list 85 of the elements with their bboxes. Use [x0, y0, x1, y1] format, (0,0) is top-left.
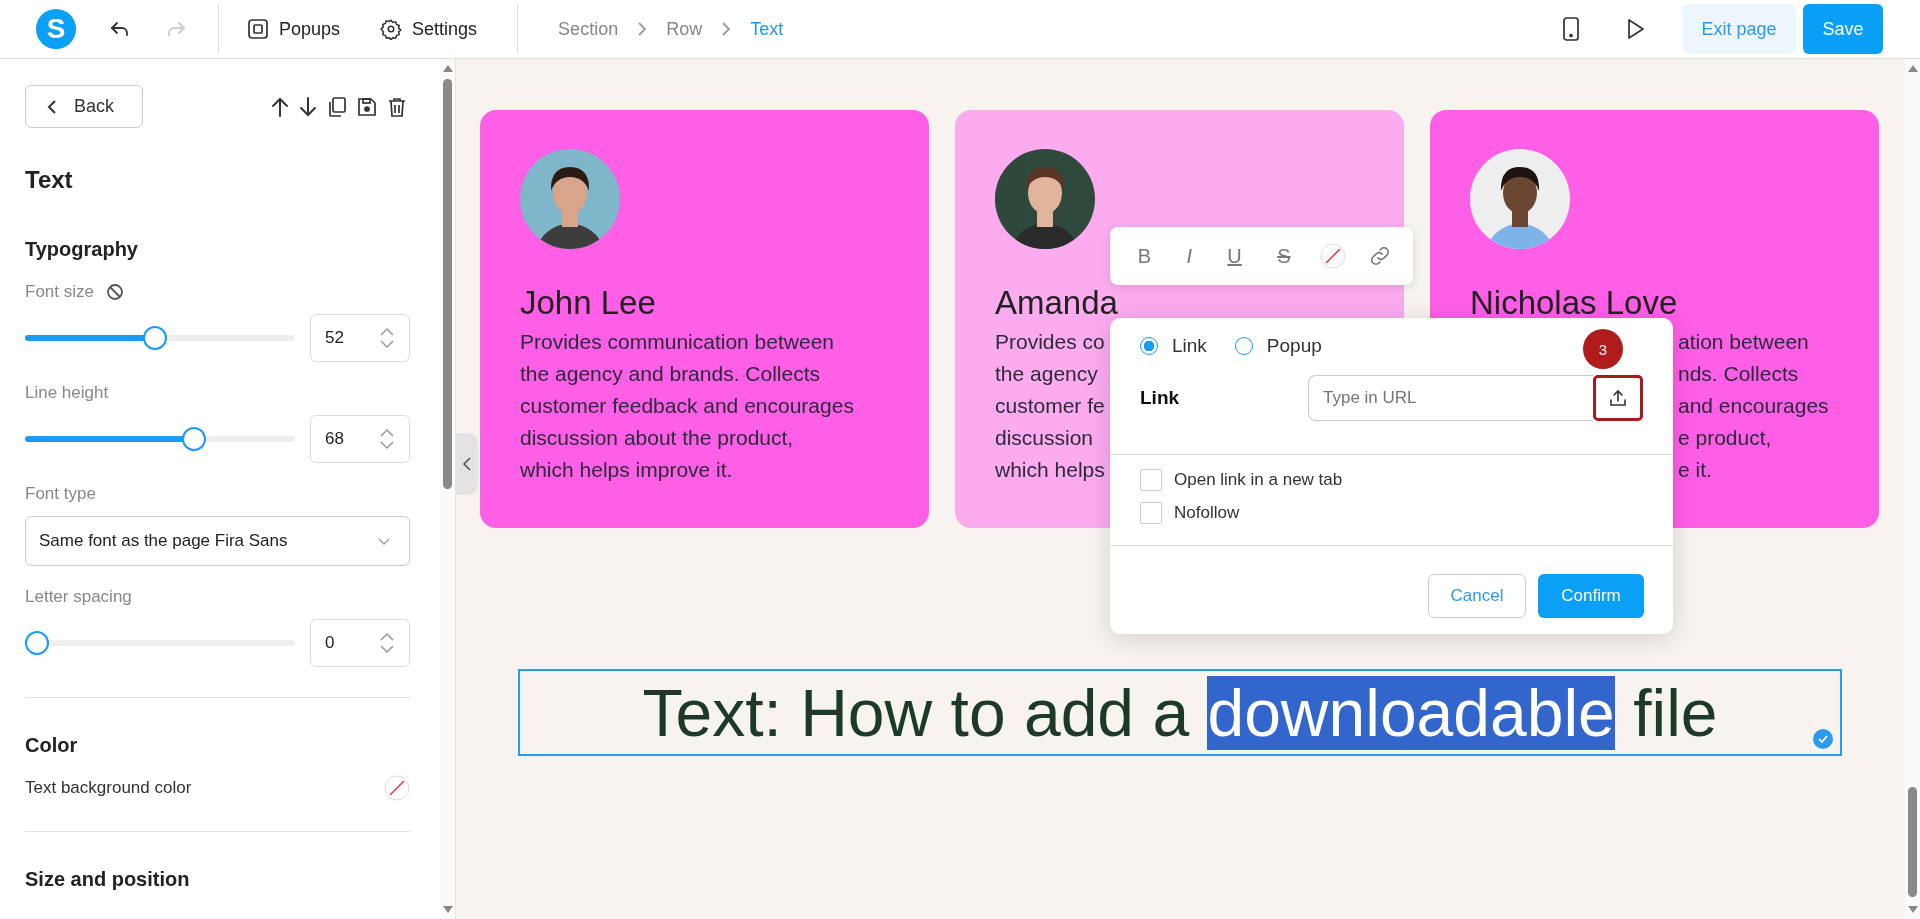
square-icon [247, 18, 269, 40]
url-field[interactable]: Type in URL [1308, 375, 1593, 421]
description-line: customer fe [995, 393, 1105, 419]
chevron-left-icon [46, 98, 58, 115]
description-line: discussion [995, 425, 1094, 451]
scroll-up-icon[interactable] [1906, 63, 1919, 73]
control-label: Line height [25, 383, 109, 403]
check-icon [1812, 728, 1834, 750]
control-label: Letter spacing [25, 587, 132, 607]
bold-button[interactable]: B [1131, 242, 1158, 270]
gear-icon [380, 18, 403, 40]
field-label: Link [1140, 387, 1181, 409]
section-heading: Typography [25, 238, 139, 261]
checkbox-option[interactable]: Open link in a new tab [1140, 469, 1643, 491]
upload-button[interactable] [1593, 375, 1643, 421]
scroll-up-icon[interactable] [441, 63, 454, 73]
chevron-right-icon [720, 21, 733, 37]
number-field[interactable]: 68 [310, 415, 410, 463]
step-badge: 3 [1583, 329, 1623, 369]
save-icon[interactable] [356, 95, 378, 118]
trash-icon[interactable] [386, 95, 408, 118]
stepper-icon[interactable] [379, 631, 395, 655]
description-line: Provides communication between [520, 329, 834, 355]
section-heading: Size and position [25, 868, 191, 891]
stepper-icon[interactable] [379, 326, 395, 350]
breadcrumb-link[interactable]: Section [558, 18, 619, 40]
number-field[interactable]: 0 [310, 619, 410, 667]
no-color-swatch-icon[interactable] [1319, 243, 1346, 269]
chevron-left-icon [462, 456, 472, 472]
description-line: customer feedback and encourages [520, 393, 854, 419]
control-label: Font size [25, 282, 94, 302]
description-line: ation between [1678, 329, 1809, 355]
section-heading: Color [25, 734, 79, 757]
heading-text[interactable]: Text: How to add a downloadable file [642, 674, 1718, 751]
back-button[interactable]: Back [25, 85, 144, 128]
radio-option[interactable]: Link [1140, 335, 1207, 357]
panel-title: Text [25, 166, 74, 194]
description-line: Provides co [995, 329, 1105, 355]
arrow-down-icon[interactable] [298, 95, 318, 118]
slider[interactable] [25, 427, 295, 451]
slider[interactable] [25, 326, 295, 350]
person-name: Amanda [995, 288, 1119, 317]
person-name: John Lee [520, 288, 657, 317]
description-line: the agency and brands. Collects [520, 361, 821, 387]
description-line: discussion about the product, [520, 425, 794, 451]
popups-button[interactable]: Popups [243, 12, 345, 46]
italic-button[interactable]: I [1180, 242, 1198, 270]
slider-thumb[interactable] [143, 326, 168, 350]
reset-icon[interactable] [106, 283, 124, 301]
font-dropdown[interactable]: Same font as the page Fira Sans [25, 516, 410, 566]
radio-option[interactable]: Popup [1234, 335, 1322, 357]
description-line: e it. [1678, 457, 1712, 483]
scrollbar-thumb[interactable] [1908, 787, 1917, 897]
description-line: which helps improve it. [520, 457, 733, 483]
checkbox-option[interactable]: Nofollow [1140, 502, 1643, 524]
description-line: e product, [1678, 425, 1772, 451]
description-line: nds. Collects [1678, 361, 1799, 387]
phone-icon [1560, 16, 1582, 42]
slider-thumb[interactable] [25, 631, 49, 655]
no-color-swatch-icon[interactable] [384, 775, 410, 801]
description-line: the agency [995, 361, 1098, 387]
stepper-icon[interactable] [379, 427, 395, 451]
slider-thumb[interactable] [182, 427, 207, 451]
scrollbar-thumb[interactable] [443, 79, 452, 489]
breadcrumb-link[interactable]: Row [666, 18, 703, 40]
text-block[interactable]: Text: How to add a downloadable file [518, 669, 1842, 756]
description-line: which helps [995, 457, 1105, 483]
slider[interactable] [25, 631, 295, 655]
strikethrough-button[interactable]: S [1271, 242, 1297, 270]
collapse-handle[interactable] [456, 433, 478, 495]
scroll-down-icon[interactable] [441, 905, 454, 915]
description-line: and encourages [1678, 393, 1829, 419]
arrow-up-icon[interactable] [270, 95, 290, 118]
chevron-down-icon [377, 536, 391, 546]
person-name: Nicholas Love [1470, 288, 1679, 317]
scroll-down-icon[interactable] [1906, 905, 1919, 915]
control-label: Text background color [25, 778, 192, 798]
chevron-right-icon [636, 21, 649, 37]
settings-button[interactable]: Settings [376, 12, 482, 46]
number-field[interactable]: 52 [310, 314, 410, 362]
control-label: Font type [25, 484, 96, 504]
upload-icon [1608, 388, 1628, 408]
link-icon[interactable] [1369, 245, 1392, 267]
underline-button[interactable]: U [1221, 242, 1248, 270]
copy-icon[interactable] [326, 95, 348, 118]
